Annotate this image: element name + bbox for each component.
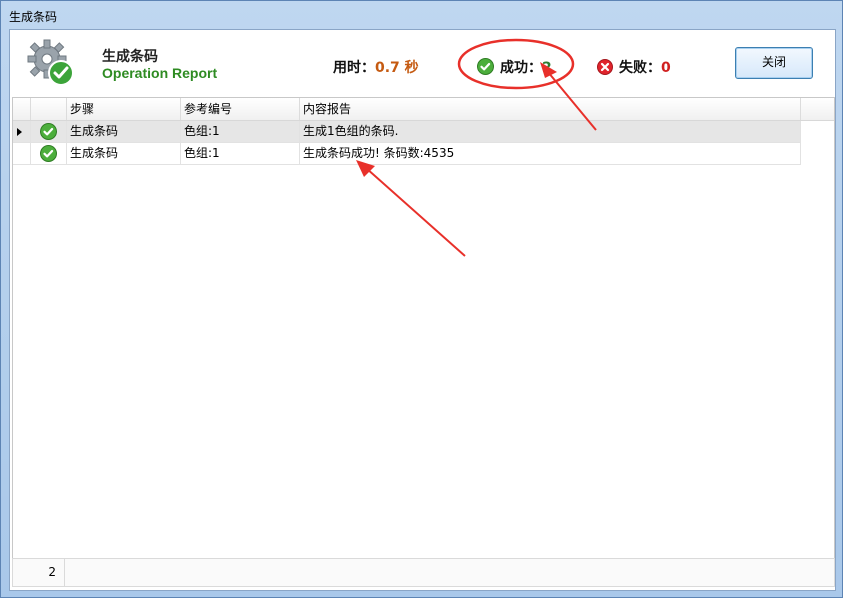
report-subtitle: Operation Report xyxy=(102,65,218,81)
header-indicator-cell xyxy=(13,98,31,120)
fail-stat: 失败：0 xyxy=(597,57,671,77)
table-row[interactable]: 生成条码 色组:1 生成1色组的条码. xyxy=(13,121,801,143)
grid-footer: 2 xyxy=(12,558,835,587)
cell-report[interactable]: 生成1色组的条码. xyxy=(300,121,801,142)
cell-step[interactable]: 生成条码 xyxy=(67,121,181,142)
column-header-report[interactable]: 内容报告 xyxy=(300,98,801,120)
header-status-cell xyxy=(31,98,67,120)
fail-value: 0 xyxy=(661,60,671,76)
cell-ref[interactable]: 色组:1 xyxy=(181,121,300,142)
check-circle-icon xyxy=(40,145,57,162)
cell-report[interactable]: 生成条码成功! 条码数:4535 xyxy=(300,143,801,164)
report-grid[interactable]: 步骤 参考编号 内容报告 生成条码 色组:1 生成1色组的条码. 生成条码 色组… xyxy=(12,97,835,559)
row-status xyxy=(31,143,67,164)
gear-success-icon xyxy=(27,39,74,86)
error-circle-icon xyxy=(597,59,613,75)
cell-ref[interactable]: 色组:1 xyxy=(181,143,300,164)
title-bar[interactable]: 生成条码 xyxy=(1,1,842,29)
current-row-arrow-icon xyxy=(17,128,22,136)
success-label: 成功： xyxy=(500,60,542,76)
cell-step[interactable]: 生成条码 xyxy=(67,143,181,164)
column-header-ref[interactable]: 参考编号 xyxy=(181,98,300,120)
time-stat: 用时：0.7 秒 xyxy=(333,57,419,77)
row-indicator xyxy=(13,143,31,164)
column-header-step[interactable]: 步骤 xyxy=(67,98,181,120)
report-window: 生成条码 生成条码 Operation Report 用时：0.7 秒 成功：2… xyxy=(0,0,843,598)
client-area: 生成条码 Operation Report 用时：0.7 秒 成功：2 失败：0… xyxy=(9,29,836,591)
time-value: 0.7 秒 xyxy=(375,60,419,76)
fail-label: 失败： xyxy=(619,60,661,76)
check-circle-icon xyxy=(40,123,57,140)
row-status xyxy=(31,121,67,142)
success-value: 2 xyxy=(542,60,552,76)
report-title: 生成条码 xyxy=(102,49,158,65)
grid-header: 步骤 参考编号 内容报告 xyxy=(13,98,834,121)
close-button[interactable]: 关闭 xyxy=(735,47,813,79)
row-count: 2 xyxy=(13,559,65,586)
row-indicator xyxy=(13,121,31,142)
window-title: 生成条码 xyxy=(9,10,58,24)
report-header: 生成条码 Operation Report 用时：0.7 秒 成功：2 失败：0… xyxy=(10,30,835,95)
check-circle-icon xyxy=(477,58,494,75)
success-stat: 成功：2 xyxy=(477,57,552,77)
time-label: 用时： xyxy=(333,60,375,76)
table-row[interactable]: 生成条码 色组:1 生成条码成功! 条码数:4535 xyxy=(13,143,801,165)
